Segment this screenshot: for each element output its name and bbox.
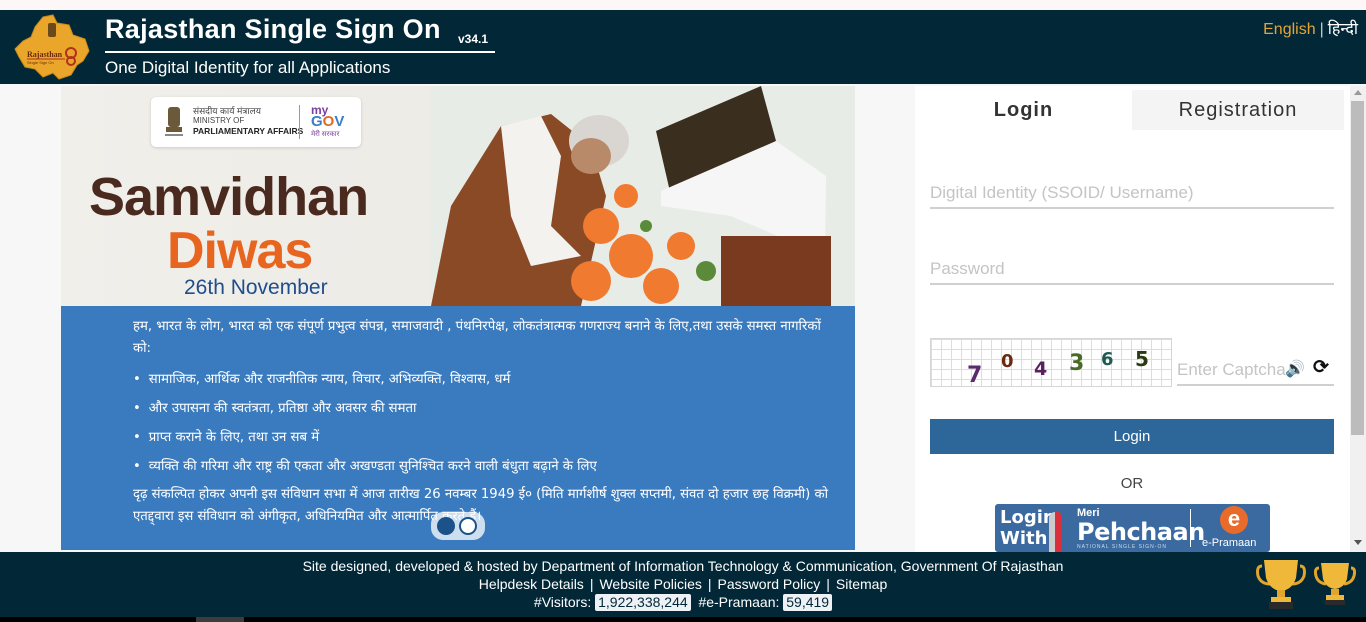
carousel-dot-2[interactable] — [459, 517, 477, 535]
captcha-digit: 3 — [1069, 351, 1085, 376]
rajasthan-sso-logo[interactable]: Rajasthan Single Sign On — [13, 13, 93, 83]
announcement-carousel: संसदीय कार्य मंत्रालय MINISTRY OF PARLIA… — [61, 86, 855, 550]
password-input[interactable] — [930, 255, 1334, 285]
visitors-count: 1,922,338,244 — [595, 594, 691, 611]
ministry-line-2: PARLIAMENTARY AFFAIRS — [193, 126, 304, 136]
refresh-captcha-icon[interactable]: ⟳ — [1313, 356, 1329, 379]
trophy-icon — [1256, 560, 1306, 609]
language-separator: | — [1319, 21, 1324, 38]
ministry-divider — [299, 105, 300, 139]
mygov-tagline: मेरी सरकार — [311, 131, 340, 138]
pehchaan-tagline: NATIONAL SINGLE SIGN-ON — [1077, 544, 1167, 550]
pehchaan-divider — [1190, 509, 1191, 547]
password-policy-link[interactable]: Password Policy — [718, 576, 821, 592]
pehchaan-name: Pehchaan — [1077, 518, 1205, 546]
language-english-link[interactable]: English — [1263, 21, 1315, 38]
helpdesk-details-link[interactable]: Helpdesk Details — [479, 576, 584, 592]
login-with-meri-pehchaan-button[interactable]: Login With Meri Pehchaan NATIONAL SINGLE … — [995, 504, 1270, 552]
visitors-label: #Visitors: — [533, 594, 592, 610]
top-strip — [0, 0, 1366, 10]
footer-credit: Site designed, developed & hosted by Dep… — [302, 558, 1064, 574]
sitemap-link[interactable]: Sitemap — [836, 576, 887, 592]
ssoid-input[interactable] — [930, 179, 1334, 209]
footer-links: Helpdesk Details | Website Policies | Passwo… — [0, 576, 1366, 592]
title-divider — [105, 51, 495, 53]
pehchaan-figure-icon — [1049, 512, 1061, 552]
svg-text:Single Sign On: Single Sign On — [27, 60, 54, 65]
epramaan-label: e-Pramaan — [1202, 537, 1257, 549]
preamble-point: और उपासना की स्वतंत्रता, प्रतिष्ठा और अव… — [133, 397, 597, 426]
ministry-logo-card: संसदीय कार्य मंत्रालय MINISTRY OF PARLIA… — [151, 97, 361, 147]
banner-image-area: संसदीय कार्य मंत्रालय MINISTRY OF PARLIA… — [61, 86, 855, 306]
trophy-icon — [1314, 563, 1356, 605]
site-header: Rajasthan Single Sign On Rajasthan Singl… — [0, 10, 1366, 84]
site-footer: Site designed, developed & hosted by Dep… — [0, 552, 1366, 617]
site-title: Rajasthan Single Sign On — [105, 14, 441, 44]
captcha-digit: 4 — [1034, 358, 1048, 380]
captcha-digit: 7 — [967, 363, 983, 388]
language-switcher: English | हिन्दी — [1263, 17, 1358, 39]
preamble-point: सामाजिक, आर्थिक और राजनीतिक न्याय, विचार… — [133, 368, 597, 397]
website-policies-link[interactable]: Website Policies — [599, 576, 701, 592]
tab-registration[interactable]: Registration — [1132, 90, 1344, 130]
banner-photo — [431, 86, 855, 306]
link-separator: | — [826, 576, 830, 592]
captcha-input[interactable] — [1177, 356, 1334, 386]
epramaan-label: #e-Pramaan: — [698, 594, 780, 610]
mygov-g: G — [311, 113, 323, 130]
mygov-gov: GOV — [311, 113, 344, 130]
or-separator: OR — [1120, 475, 1144, 492]
language-hindi-link[interactable]: हिन्दी — [1328, 21, 1358, 38]
scroll-up-arrow-icon[interactable] — [1354, 90, 1362, 95]
preamble-point: प्राप्त कराने के लिए, तथा उन सब में — [133, 426, 597, 455]
captcha-digit: 6 — [1101, 349, 1114, 370]
taskbar-strip — [0, 617, 1366, 622]
footer-counters: #Visitors: 1,922,338,244 #e-Pramaan: 59,… — [0, 594, 1366, 611]
mygov-v: V — [334, 113, 345, 130]
site-subtitle: One Digital Identity for all Application… — [105, 58, 391, 77]
login-panel: Login Registration 7 0 4 3 6 5 🔊 ⟳ Login… — [915, 86, 1350, 552]
preamble-intro: हम, भारत के लोग, भारत को एक संपूर्ण प्रभ… — [133, 319, 821, 356]
taskbar-item[interactable] — [196, 617, 244, 622]
carousel-indicators — [431, 512, 485, 540]
tab-login[interactable]: Login — [915, 90, 1132, 130]
scrollbar-thumb[interactable] — [1351, 101, 1364, 435]
pehchaan-login-text: Login With — [1000, 507, 1056, 549]
ministry-line-1: MINISTRY OF — [193, 116, 245, 125]
login-button[interactable]: Login — [930, 419, 1334, 454]
svg-text:Rajasthan: Rajasthan — [27, 50, 63, 59]
version-label: v34.1 — [458, 32, 489, 46]
carousel-dot-1[interactable] — [437, 517, 455, 535]
epramaan-count: 59,419 — [783, 594, 833, 611]
mygov-o: O — [322, 113, 335, 130]
national-emblem-icon — [165, 107, 183, 136]
scroll-down-arrow-icon[interactable] — [1354, 540, 1362, 545]
captcha-image: 7 0 4 3 6 5 — [930, 338, 1172, 388]
banner-headline-1: Samvidhan — [89, 167, 369, 227]
captcha-digit: 0 — [1001, 351, 1014, 372]
banner-headline-2: Diwas — [167, 222, 313, 280]
preamble-point: व्यक्ति की गरिमा और राष्ट्र की एकता और अ… — [133, 455, 597, 484]
link-separator: | — [589, 576, 594, 592]
preamble-points: सामाजिक, आर्थिक और राजनीतिक न्याय, विचार… — [133, 368, 597, 484]
page-scrollbar[interactable] — [1350, 86, 1366, 552]
audio-captcha-icon[interactable]: 🔊 — [1285, 359, 1305, 379]
epramaan-logo-icon: e — [1220, 506, 1248, 534]
banner-date: 26th November — [184, 276, 328, 299]
captcha-digit: 5 — [1135, 347, 1149, 371]
link-separator: | — [707, 576, 712, 592]
